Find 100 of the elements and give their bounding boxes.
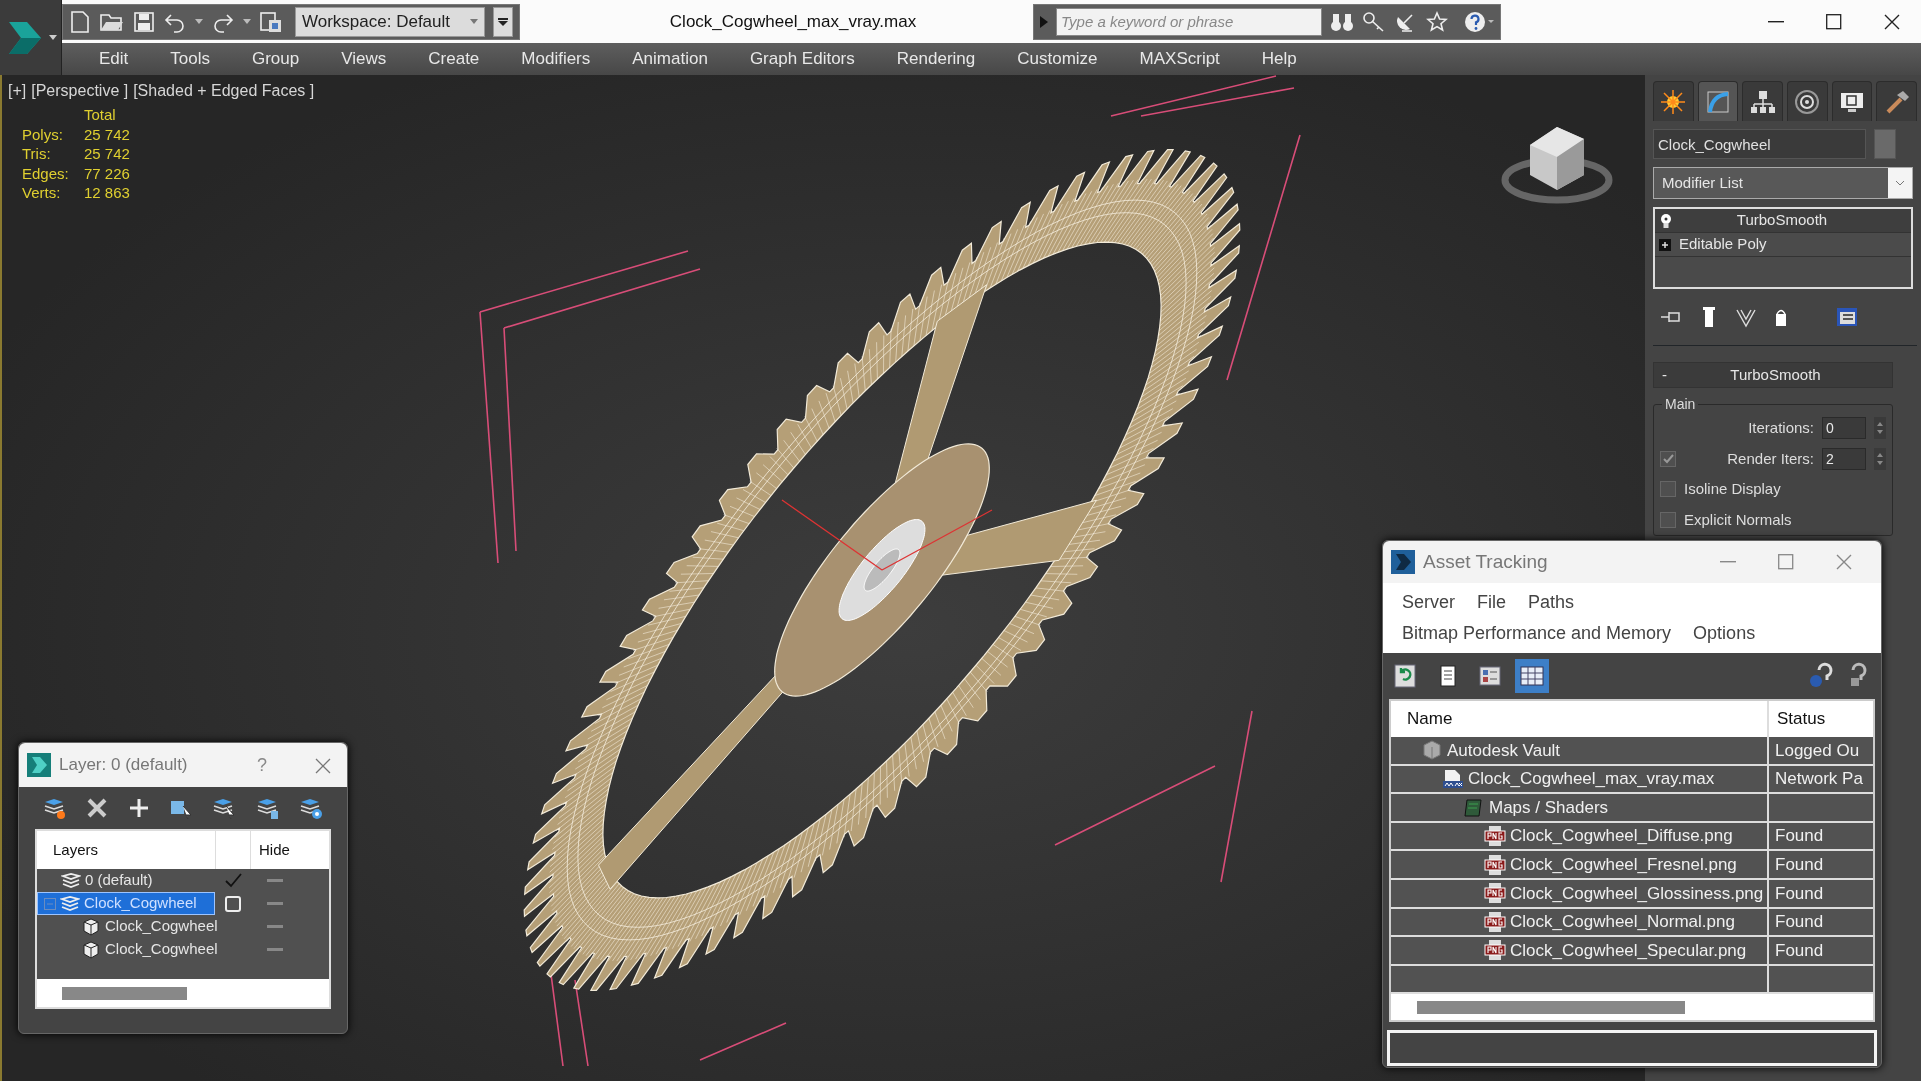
asset-row[interactable]: Clock_Cogwheel_Diffuse.png xyxy=(1391,822,1769,850)
dialog-title: Layer: 0 (default) xyxy=(59,754,188,777)
search-field[interactable]: Type a keyword or phrase xyxy=(1056,7,1322,36)
menu-item[interactable]: Views xyxy=(320,46,408,72)
app-menu-button[interactable] xyxy=(0,0,62,75)
motion-tab-icon xyxy=(1793,87,1822,116)
object-color-swatch[interactable] xyxy=(1874,129,1896,159)
key-icon[interactable] xyxy=(1362,10,1386,33)
menu-item[interactable]: Tools xyxy=(149,46,231,72)
stat-value: 25 742 xyxy=(84,124,130,144)
menu-item[interactable]: File xyxy=(1466,587,1518,618)
checkbox[interactable] xyxy=(1660,450,1676,467)
panel-tab[interactable] xyxy=(1653,81,1694,121)
panel-tab[interactable] xyxy=(1876,81,1918,121)
menu-item[interactable]: Rendering xyxy=(875,46,997,72)
caret-icon[interactable] xyxy=(195,18,203,25)
scrollbar-thumb[interactable] xyxy=(62,986,187,1000)
hide-toggle[interactable] xyxy=(267,948,283,951)
layer-row[interactable]: Clock_Cogwheel xyxy=(37,892,215,915)
viewcube-drawing[interactable] xyxy=(1501,127,1613,204)
menu-item[interactable]: Options xyxy=(1682,618,1767,649)
spinner-field[interactable]: 0 xyxy=(1822,417,1866,440)
expand-arrow-icon[interactable] xyxy=(1040,15,1048,28)
layer-row[interactable]: Clock_Cogwheel xyxy=(37,938,215,961)
panel-tab[interactable] xyxy=(1787,81,1828,121)
column-header[interactable]: Status xyxy=(1769,706,1826,732)
vault-icon xyxy=(1421,739,1443,762)
light-bulb-icon[interactable] xyxy=(1659,212,1673,229)
object-name-field[interactable]: Clock_Cogwheel xyxy=(1653,129,1866,159)
menu-item[interactable]: Animation xyxy=(611,46,729,72)
new-layer-icon[interactable] xyxy=(43,796,67,820)
menu-item[interactable]: Paths xyxy=(1517,587,1586,618)
help-icon[interactable] xyxy=(1464,9,1494,34)
menu-item[interactable]: Modifiers xyxy=(500,46,612,72)
rollout-title[interactable]: TurboSmooth xyxy=(1667,363,1884,387)
asset-row[interactable]: Clock_Cogwheel_Specular.png xyxy=(1391,937,1769,964)
menu-item[interactable]: Group xyxy=(231,46,321,72)
make-current-icon[interactable] xyxy=(224,894,242,913)
modifier-list-dropdown[interactable]: Modifier List xyxy=(1653,167,1913,199)
spinner-arrows-icon[interactable] xyxy=(1874,447,1886,470)
hide-toggle[interactable] xyxy=(267,925,283,928)
collapse-toggle[interactable]: - xyxy=(1662,363,1667,387)
layer-row[interactable]: 0 (default) xyxy=(37,869,215,892)
modifier-stack-item[interactable]: TurboSmooth xyxy=(1655,209,1911,233)
asset-row[interactable]: Clock_Cogwheel_Normal.png xyxy=(1391,908,1769,936)
save-icon[interactable] xyxy=(133,10,155,33)
star-icon[interactable] xyxy=(1426,10,1448,33)
new-file-icon[interactable] xyxy=(69,9,91,34)
asset-row[interactable]: Clock_Cogwheel_Glossiness.png xyxy=(1391,879,1769,907)
layer-settings-icon[interactable] xyxy=(298,796,323,820)
document-title: Clock_Cogwheel_max_vray.max xyxy=(668,10,918,33)
highlight-layer-icon[interactable] xyxy=(255,796,280,820)
layer-icon xyxy=(61,871,81,890)
hide-toggle[interactable] xyxy=(267,879,283,882)
status-cell-text: Found xyxy=(1774,853,1824,876)
configure-modifier-sets-icon[interactable] xyxy=(1835,306,1859,328)
spinner-label: Iterations: xyxy=(1748,418,1814,438)
menu-item[interactable]: Create xyxy=(407,46,501,72)
spinner-field[interactable]: 2 xyxy=(1822,447,1866,470)
asset-row[interactable]: Autodesk Vault xyxy=(1391,737,1769,764)
menu-item[interactable]: Server xyxy=(1391,587,1466,618)
viewport-menu[interactable]: [Shaded + Edged Faces ] xyxy=(133,82,315,99)
spinner-arrows-icon[interactable] xyxy=(1874,417,1886,440)
column-header[interactable]: Hide xyxy=(251,838,290,862)
pin-icon[interactable] xyxy=(1661,309,1683,325)
status-cell-text: Network Pa xyxy=(1774,768,1863,791)
delete-icon[interactable] xyxy=(86,797,109,819)
workspace-dropdown[interactable]: Workspace: Default xyxy=(295,6,485,37)
menu-item[interactable]: Graph Editors xyxy=(728,46,876,72)
toolbar-options-button[interactable] xyxy=(493,6,513,37)
asset-row[interactable]: Clock_Cogwheel_max_vray.max xyxy=(1391,765,1769,793)
caret-icon[interactable] xyxy=(243,18,251,25)
menu-item[interactable]: Help xyxy=(1240,46,1318,72)
expand-plus-icon[interactable] xyxy=(1659,238,1671,251)
add-icon[interactable] xyxy=(127,797,150,819)
status-cell-text: Logged Ou xyxy=(1774,739,1860,762)
panel-tab[interactable] xyxy=(1831,81,1873,121)
menu-item[interactable]: Edit xyxy=(78,46,150,72)
panel-tab[interactable] xyxy=(1742,81,1783,121)
panel-tab[interactable] xyxy=(1697,81,1739,121)
project-folder-icon[interactable] xyxy=(259,9,283,34)
view-mode-button[interactable] xyxy=(1515,659,1549,693)
path-field[interactable] xyxy=(1387,1030,1877,1067)
menu-item[interactable]: Bitmap Performance and Memory xyxy=(1391,618,1683,649)
status-cell-text: Found xyxy=(1774,911,1824,934)
asset-row[interactable]: Clock_Cogwheel_Fresnel.png xyxy=(1391,851,1769,878)
checkbox[interactable] xyxy=(1660,481,1676,498)
hide-toggle[interactable] xyxy=(267,902,283,905)
menu-item[interactable]: MAXScript xyxy=(1118,46,1241,72)
app-icon xyxy=(27,753,51,777)
checkbox[interactable] xyxy=(1660,511,1676,528)
viewport-menu[interactable]: [Perspective ] xyxy=(31,82,129,99)
scrollbar-thumb[interactable] xyxy=(1417,1000,1685,1014)
stat-label: Edges: xyxy=(22,163,70,183)
layer-row[interactable]: Clock_Cogwheel xyxy=(37,915,215,938)
viewport-menu[interactable]: [+] xyxy=(8,82,27,99)
menu-item[interactable]: Customize xyxy=(996,46,1119,72)
current-layer-check-icon[interactable] xyxy=(224,871,242,890)
select-layer-icon[interactable] xyxy=(212,796,237,820)
column-header[interactable]: Layers xyxy=(37,838,215,862)
